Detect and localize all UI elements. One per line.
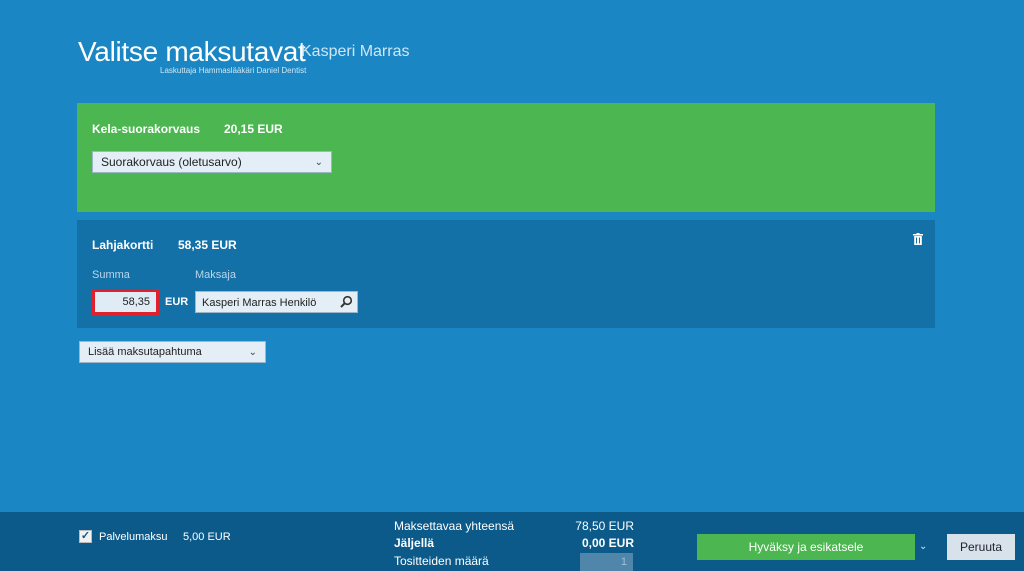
search-icon[interactable]: [339, 295, 353, 309]
sum-label: Summa: [92, 269, 130, 281]
receipts-label: Tositteiden määrä: [394, 554, 489, 568]
payer-value: Kasperi Marras Henkilö: [202, 297, 317, 309]
kela-select-value: Suorakorvaus (oletusarvo): [101, 155, 242, 169]
kela-type-select[interactable]: Suorakorvaus (oletusarvo) ⌄: [92, 151, 332, 173]
service-fee-amount: 5,00 EUR: [183, 531, 231, 543]
checkmark-icon: ✓: [80, 530, 91, 542]
currency-label: EUR: [165, 296, 189, 308]
biller-info: Laskuttaja Hammaslääkäri Daniel Dentist: [160, 66, 307, 75]
add-payment-label: Lisää maksutapahtuma: [88, 346, 202, 358]
total-label: Maksettavaa yhteensä: [394, 519, 515, 533]
kela-payment-panel: Kela-suorakorvaus 20,15 EUR Suorakorvaus…: [77, 103, 935, 212]
footer-bar: ✓ Palvelumaksu 5,00 EUR Maksettavaa yhte…: [0, 512, 1024, 571]
payer-label: Maksaja: [195, 269, 236, 281]
chevron-down-icon: ⌄: [248, 346, 257, 358]
giftcard-payment-panel: Lahjakortti 58,35 EUR Summa Maksaja 58,3…: [77, 220, 935, 328]
service-fee-label: Palvelumaksu: [99, 531, 168, 543]
receipts-count-input[interactable]: 1: [580, 553, 633, 571]
trash-icon[interactable]: [913, 233, 923, 245]
total-value: 78,50 EUR: [575, 519, 634, 533]
giftcard-amount: 58,35 EUR: [178, 238, 237, 252]
add-payment-select[interactable]: Lisää maksutapahtuma ⌄: [79, 341, 266, 363]
chevron-down-icon: ⌄: [314, 156, 323, 168]
sum-input[interactable]: 58,35: [92, 289, 159, 315]
payer-input[interactable]: Kasperi Marras Henkilö: [195, 291, 358, 313]
kela-amount: 20,15 EUR: [224, 122, 283, 136]
cancel-button[interactable]: Peruuta: [947, 534, 1015, 560]
page-title: Valitse maksutavat: [78, 36, 306, 67]
customer-name: Kasperi Marras: [301, 43, 410, 60]
approve-preview-button[interactable]: Hyväksy ja esikatsele: [697, 534, 915, 560]
remaining-value: 0,00 EUR: [581, 536, 634, 550]
chevron-down-icon[interactable]: ⌄: [919, 541, 927, 552]
service-fee-checkbox[interactable]: ✓: [79, 530, 92, 543]
remaining-label: Jäljellä: [394, 536, 435, 550]
kela-label: Kela-suorakorvaus: [92, 122, 201, 136]
giftcard-label: Lahjakortti: [92, 238, 154, 252]
